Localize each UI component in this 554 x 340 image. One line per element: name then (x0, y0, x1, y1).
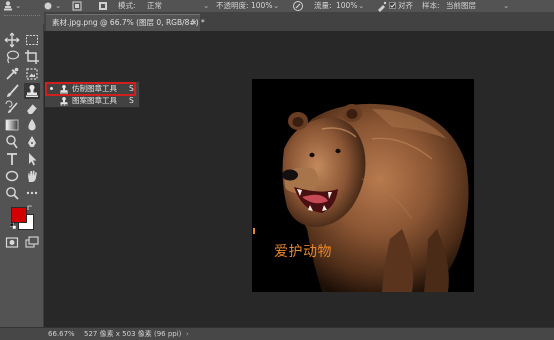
watermark-text[interactable]: 爱护动物 (274, 241, 332, 261)
pattern-stamp-icon (59, 96, 69, 106)
status-bar: 66.67% 527 像素 x 503 像素 (96 ppi) › (44, 327, 554, 340)
hand-tool-icon[interactable] (24, 168, 40, 184)
history-brush-icon[interactable] (4, 100, 20, 116)
lasso-tool-icon[interactable] (4, 49, 20, 65)
ellipse-shape-icon[interactable] (4, 168, 20, 184)
blur-tool-icon[interactable] (24, 117, 40, 133)
status-bar-left-filler (0, 327, 44, 340)
zoom-level[interactable]: 66.67% (48, 328, 75, 340)
type-tool-icon[interactable] (4, 151, 20, 167)
brush-dropdown-arrow[interactable]: ⌄ (55, 0, 61, 12)
preset-dropdown-arrow[interactable]: ⌄ (15, 0, 21, 12)
flyout-item-shortcut: S (129, 96, 134, 105)
clone-source-panel-icon[interactable] (97, 0, 109, 12)
document-info: 527 像素 x 503 像素 (96 ppi) (84, 330, 182, 338)
bear-photo[interactable]: 爱护动物 (252, 79, 474, 292)
mode-label: 模式: (118, 1, 136, 10)
frame-tool-icon[interactable] (24, 66, 40, 82)
flow-label: 流量: (314, 1, 332, 10)
annotation-highlight-box (45, 82, 136, 96)
sample-dropdown-arrow[interactable]: ⌄ (503, 0, 509, 12)
close-tab-icon[interactable]: × (191, 15, 198, 31)
aligned-checkbox[interactable] (389, 2, 396, 9)
screen-mode-icon[interactable] (24, 234, 40, 250)
mode-dropdown-arrow[interactable]: ⌄ (203, 0, 209, 12)
opacity-label: 不透明度: (216, 1, 249, 10)
gradient-tool-icon[interactable] (4, 117, 20, 133)
eyedropper-tool-icon[interactable] (4, 66, 20, 82)
brush-tool-icon[interactable] (4, 83, 20, 99)
toolbar-header (0, 12, 44, 24)
document-tab-title: 素材.jpg.png @ 66.7% (图层 0, RGB/8#) * (52, 18, 205, 27)
clone-stamp-preset-icon[interactable] (2, 0, 14, 12)
pen-tool-icon[interactable] (24, 134, 40, 150)
status-menu-arrow[interactable]: › (186, 328, 189, 340)
brush-settings-icon[interactable] (71, 0, 83, 12)
mode-value[interactable]: 正常 (147, 0, 162, 12)
aligned-label: 对齐 (398, 1, 413, 10)
move-tool-icon[interactable] (4, 32, 20, 48)
text-cursor-mark (253, 228, 255, 234)
quick-mask-icon[interactable] (4, 234, 20, 250)
tools-panel (0, 12, 44, 339)
document-tab[interactable]: 素材.jpg.png @ 66.7% (图层 0, RGB/8#) * × (46, 14, 205, 31)
pressure-opacity-icon[interactable] (292, 0, 304, 12)
flyout-item-label: 图案图章工具 (72, 96, 117, 105)
rectangular-marquee-icon[interactable] (24, 32, 40, 48)
swap-colors-icon[interactable] (27, 204, 33, 210)
canvas-workspace[interactable]: 爱护动物 (44, 31, 554, 327)
dodge-tool-icon[interactable] (4, 134, 20, 150)
zoom-tool-icon[interactable] (4, 185, 20, 201)
flow-dropdown-arrow[interactable]: ⌄ (358, 0, 364, 12)
crop-tool-icon[interactable] (24, 49, 40, 65)
opacity-dropdown-arrow[interactable]: ⌄ (273, 0, 279, 12)
foreground-color-swatch[interactable] (11, 207, 27, 223)
flow-value[interactable]: 100% (336, 0, 357, 12)
opacity-value[interactable]: 100% (251, 0, 272, 12)
path-selection-icon[interactable] (24, 151, 40, 167)
eraser-tool-icon[interactable] (24, 100, 40, 116)
flyout-item-pattern-stamp[interactable]: 图案图章工具 S (45, 95, 139, 107)
sample-label: 样本: (422, 1, 440, 10)
airbrush-icon[interactable] (376, 0, 388, 12)
default-colors-icon[interactable] (9, 222, 17, 230)
sample-value[interactable]: 当前图层 (446, 0, 476, 12)
document-tab-bar: 素材.jpg.png @ 66.7% (图层 0, RGB/8#) * × (44, 12, 554, 32)
toolbar-grip[interactable] (4, 15, 40, 18)
clone-stamp-tool-icon[interactable] (24, 83, 40, 99)
brush-preset-icon[interactable] (42, 0, 54, 12)
more-tools-icon[interactable] (24, 185, 40, 201)
